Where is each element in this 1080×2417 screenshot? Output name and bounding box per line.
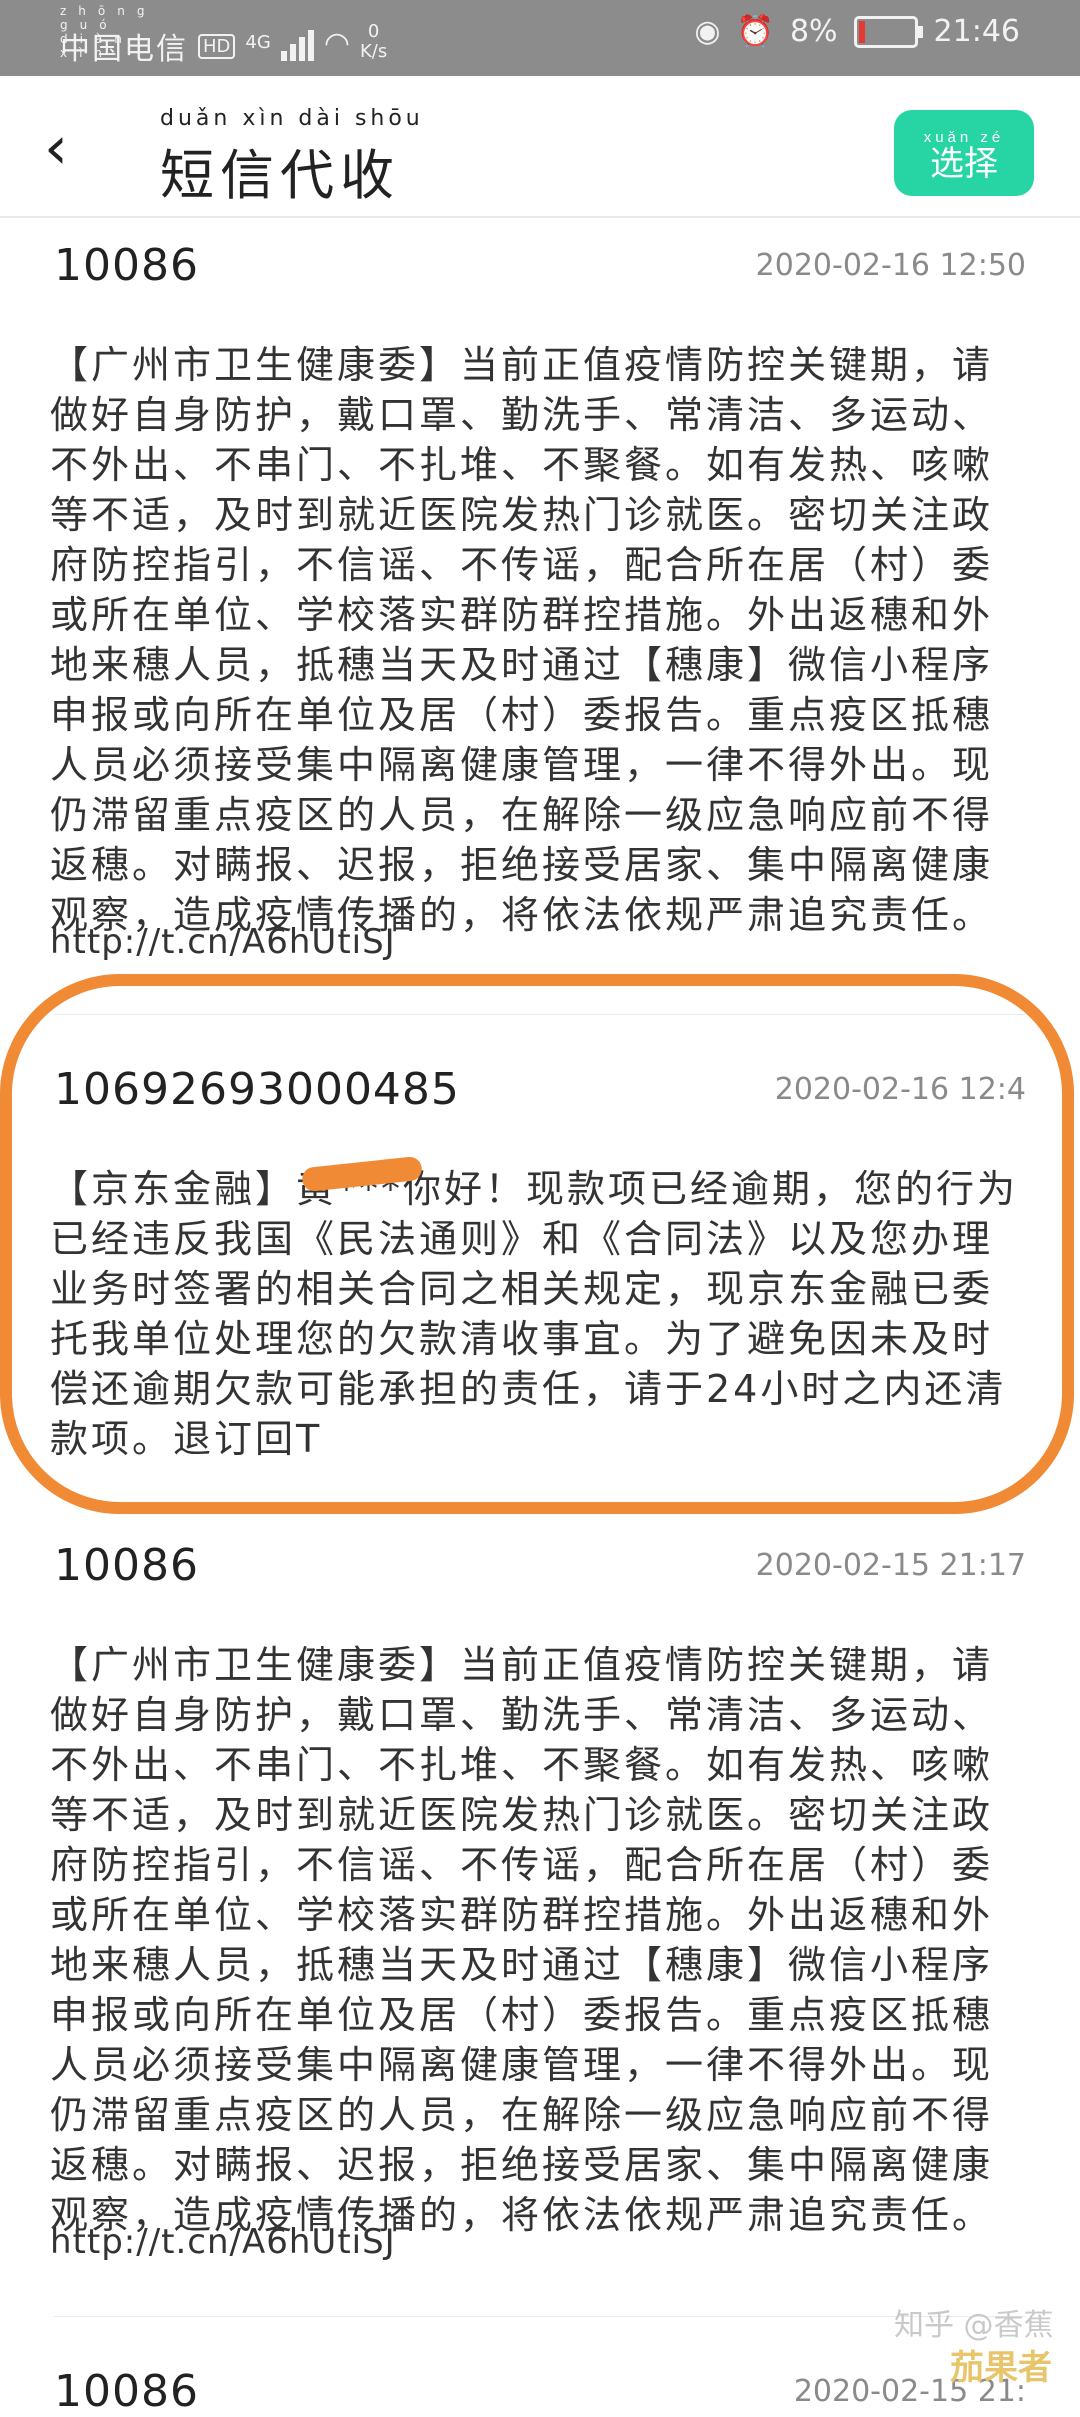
clock: 21:46 (933, 14, 1020, 49)
message-sender: 10086 (54, 2366, 199, 2417)
status-bar: zhōng guó diàn xìn 中国电信 HD 4G ◠ 0 K/s ◉ … (0, 0, 1080, 76)
status-right: ◉ ⏰ 8% 21:46 (694, 14, 1020, 49)
network-type: 4G (245, 31, 271, 53)
message-time: 2020-02-16 12:50 (755, 248, 1026, 283)
message-body: 【广州市卫生健康委】当前正值疫情防控关键期，请做好自身防护，戴口罩、勤洗手、常清… (50, 1643, 994, 2237)
message-sender: 10086 (54, 1540, 199, 1591)
message-sender: 10086 (54, 240, 199, 291)
message-link[interactable]: http://t.cn/A6hUtiSJ (50, 922, 396, 962)
back-button[interactable]: ‹ (44, 118, 68, 178)
speed-value: 0 (367, 21, 380, 42)
network-speed: 0 K/s (360, 22, 387, 62)
wifi-icon: ◠ (323, 25, 350, 61)
app-header: ‹ duǎn xìn dài shōu 短信代收 xuǎn zé 选择 (0, 76, 1080, 216)
site-watermark: 茄果者 (950, 2348, 1052, 2388)
battery-icon (853, 15, 923, 48)
message-body: 【广州市卫生健康委】当前正值疫情防控关键期，请做好自身防护，戴口罩、勤洗手、常清… (50, 343, 994, 937)
carrier-name: zhōng guó diàn xìn 中国电信 (60, 4, 188, 68)
select-button[interactable]: xuǎn zé 选择 (894, 110, 1034, 196)
alarm-icon: ⏰ (736, 14, 774, 49)
select-label: 选择 (930, 144, 998, 183)
hd-badge: HD (198, 33, 236, 59)
page-title: duǎn xìn dài shōu 短信代收 (160, 106, 424, 210)
speed-unit: K/s (360, 41, 388, 62)
signal-icon (280, 27, 314, 61)
watermark: 知乎 @香蕉 (894, 2308, 1054, 2343)
select-pinyin: xuǎn zé (923, 128, 1005, 146)
battery-percent: 8% (789, 14, 838, 49)
message-link[interactable]: http://t.cn/A6hUtiSJ (50, 2222, 396, 2262)
eye-icon: ◉ (694, 14, 721, 49)
title-pinyin: duǎn xìn dài shōu (160, 106, 424, 131)
carrier-pinyin: zhōng guó diàn xìn (60, 4, 157, 60)
header-divider (0, 216, 1080, 218)
highlight-annotation (0, 974, 1074, 1514)
message-divider (54, 2316, 1026, 2317)
title-text: 短信代收 (160, 144, 400, 207)
message-time: 2020-02-15 21:17 (755, 1548, 1026, 1583)
status-left: zhōng guó diàn xìn 中国电信 HD 4G ◠ 0 K/s (60, 4, 387, 68)
